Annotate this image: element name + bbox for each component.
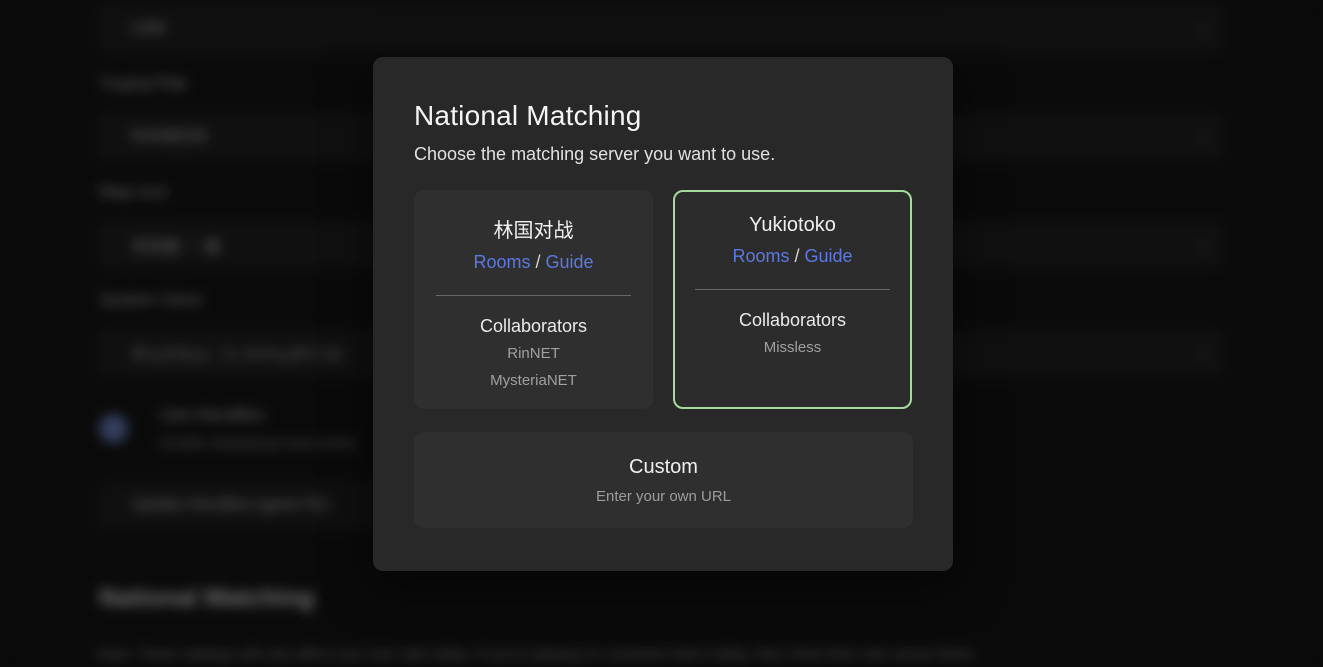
- server-name: 林国对战: [436, 214, 631, 243]
- server-card-yukiotoko[interactable]: Yukiotoko Rooms / Guide Collaborators Mi…: [673, 190, 912, 409]
- card-divider: [695, 289, 890, 290]
- collaborator-item: MysteriaNET: [436, 371, 631, 391]
- collaborator-item: RinNET: [436, 344, 631, 364]
- server-card-linguo[interactable]: 林国对战 Rooms / Guide Collaborators RinNET …: [414, 190, 653, 409]
- link-separator: /: [530, 252, 545, 272]
- collaborator-item: Missless: [695, 338, 890, 358]
- custom-server-card[interactable]: Custom Enter your own URL: [414, 432, 913, 528]
- server-name: Yukiotoko: [695, 214, 890, 237]
- server-options: 林国对战 Rooms / Guide Collaborators RinNET …: [414, 190, 913, 409]
- server-links: Rooms / Guide: [436, 252, 631, 273]
- dialog-subtitle: Choose the matching server you want to u…: [414, 144, 913, 165]
- rooms-link[interactable]: Rooms: [732, 246, 789, 266]
- guide-link[interactable]: Guide: [804, 246, 852, 266]
- custom-card-title: Custom: [629, 456, 698, 479]
- link-separator: /: [789, 246, 804, 266]
- dialog-title: National Matching: [414, 100, 913, 132]
- card-divider: [436, 295, 631, 296]
- custom-card-subtitle: Enter your own URL: [596, 488, 731, 505]
- screen: LINK › Trophy/Title RAINBOW › Map icon 天…: [0, 0, 1323, 667]
- guide-link[interactable]: Guide: [545, 252, 593, 272]
- collaborators-heading: Collaborators: [695, 310, 890, 331]
- national-matching-dialog: National Matching Choose the matching se…: [373, 57, 953, 571]
- rooms-link[interactable]: Rooms: [473, 252, 530, 272]
- server-links: Rooms / Guide: [695, 246, 890, 267]
- collaborators-heading: Collaborators: [436, 316, 631, 337]
